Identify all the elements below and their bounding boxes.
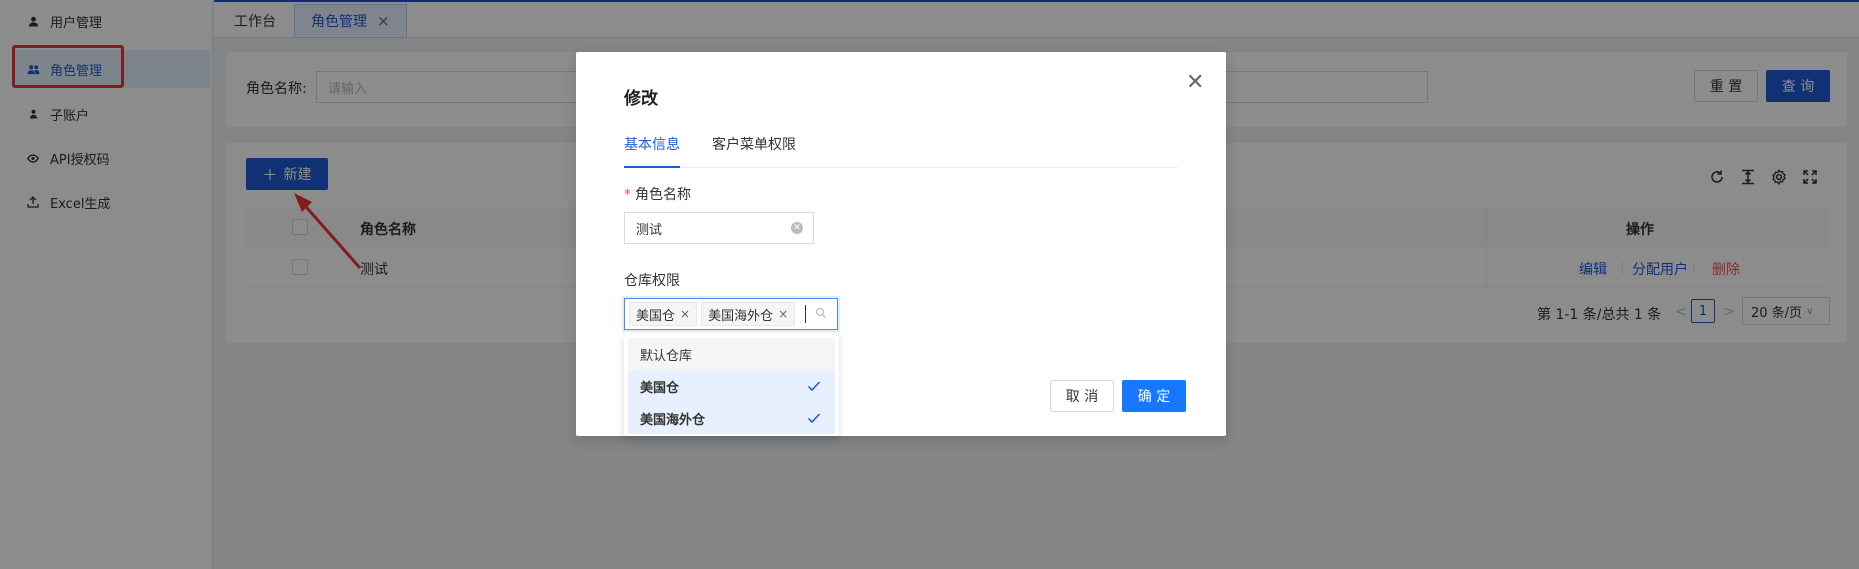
required-mark: * — [624, 187, 631, 203]
role-name-value: 测试 — [636, 222, 663, 238]
option-us-warehouse[interactable]: 美国仓 — [628, 370, 835, 402]
text-cursor — [805, 305, 807, 323]
check-icon — [807, 413, 821, 424]
tab-customer-menu-permissions[interactable]: 客户菜单权限 — [712, 134, 796, 168]
tag-remove-icon[interactable]: × — [778, 307, 788, 321]
selected-tag: 美国仓 × — [629, 302, 698, 326]
option-us-overseas-warehouse[interactable]: 美国海外仓 — [628, 402, 835, 434]
clear-icon[interactable]: ✕ — [791, 222, 803, 234]
role-name-field-label: * 角色名称 — [624, 184, 691, 204]
tag-label: 美国海外仓 — [708, 308, 774, 324]
selected-tag: 美国海外仓 × — [701, 302, 796, 326]
warehouse-multi-select[interactable]: 美国仓 × 美国海外仓 × — [624, 298, 838, 330]
tag-remove-icon[interactable]: × — [680, 307, 690, 321]
role-name-input[interactable]: 测试 ✕ — [624, 212, 814, 244]
option-label: 美国海外仓 — [640, 412, 706, 428]
search-icon — [815, 307, 829, 321]
cancel-button[interactable]: 取 消 — [1050, 380, 1114, 412]
option-default-warehouse[interactable]: 默认仓库 — [628, 338, 835, 370]
tab-basic-info[interactable]: 基本信息 — [624, 134, 680, 168]
tag-label: 美国仓 — [636, 308, 676, 324]
check-icon — [807, 381, 821, 392]
role-name-label-text: 角色名称 — [635, 187, 691, 203]
warehouse-permission-label: 仓库权限 — [624, 273, 680, 289]
option-label: 默认仓库 — [640, 348, 693, 364]
ok-button[interactable]: 确 定 — [1122, 380, 1186, 412]
option-label: 美国仓 — [640, 380, 680, 396]
modal-tabs: 基本信息 客户菜单权限 — [624, 134, 1178, 168]
warehouse-dropdown: 默认仓库 美国仓 美国海外仓 — [624, 334, 839, 436]
modal-title: 修改 — [624, 89, 658, 109]
close-icon[interactable]: ✕ — [1186, 72, 1204, 94]
